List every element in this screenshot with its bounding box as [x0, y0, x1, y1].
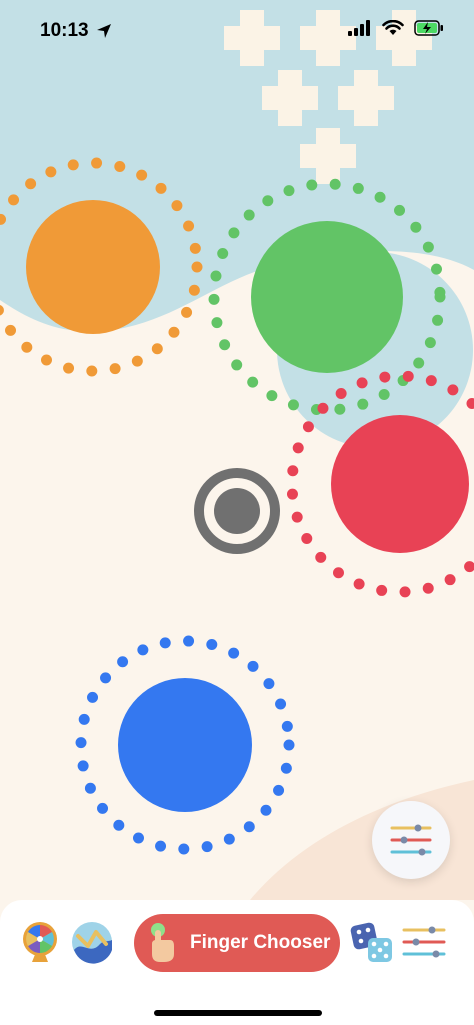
- finger-chooser-label: Finger Chooser: [190, 932, 331, 953]
- home-indicator[interactable]: [154, 1010, 322, 1016]
- sliders-icon: [402, 926, 446, 958]
- orange-finger-circle: [26, 200, 160, 334]
- dice-icon: [350, 922, 392, 962]
- green-finger-circle: [251, 221, 403, 373]
- tab-path[interactable]: [70, 920, 114, 964]
- settings-fab-button[interactable]: [372, 801, 450, 879]
- blue-finger-circle: [118, 678, 252, 812]
- red-finger-circle: [331, 415, 469, 553]
- touch-circle-orange: [0, 157, 203, 377]
- finger-chooser-button[interactable]: Finger Chooser: [134, 914, 340, 972]
- bottom-toolbar: Finger Chooser: [0, 900, 474, 1025]
- spin-wheel-icon: [23, 922, 57, 962]
- tab-wheel[interactable]: [18, 920, 62, 964]
- path-game-icon: [72, 922, 112, 964]
- touch-circle-red: [286, 370, 474, 598]
- tab-dice[interactable]: [350, 920, 394, 964]
- sliders-icon: [390, 824, 432, 856]
- target-icon: [194, 468, 280, 554]
- touch-circle-blue: [75, 635, 295, 855]
- tab-settings[interactable]: [402, 920, 446, 964]
- finger-tap-icon: [151, 923, 174, 962]
